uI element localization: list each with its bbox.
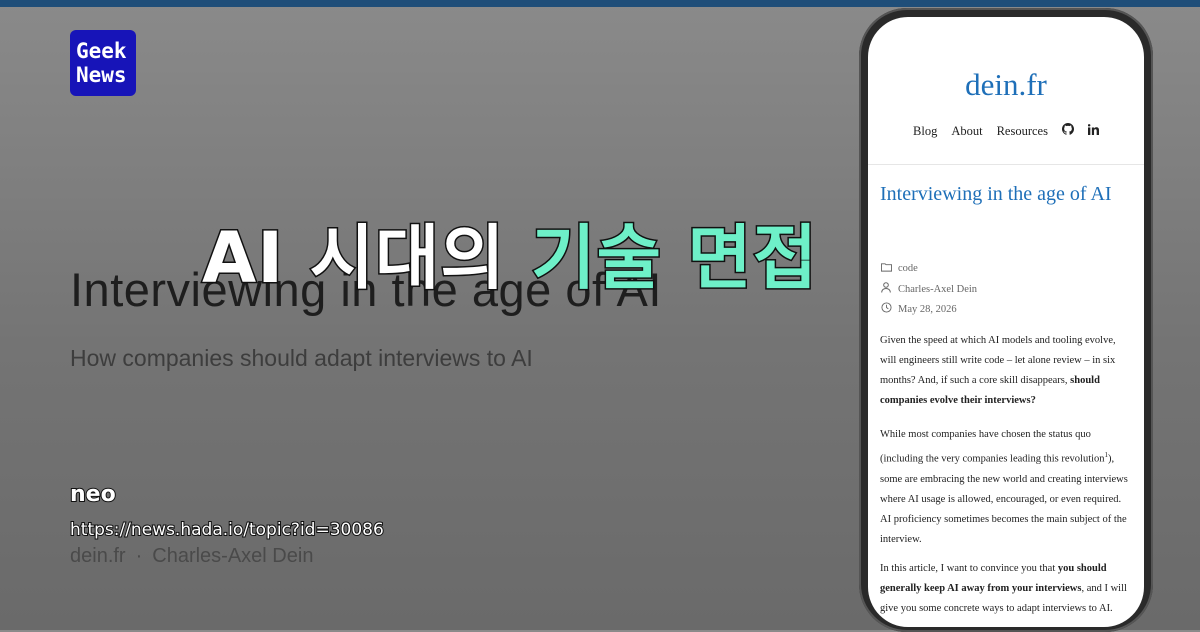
paragraph-1: Given the speed at which AI models and t… — [880, 331, 1134, 411]
author-label: Charles-Axel Dein — [898, 283, 978, 295]
korean-title: AI 시대의 기술 면접 — [200, 202, 819, 303]
blog-brand[interactable]: dein.fr — [868, 67, 1144, 103]
user-icon — [880, 282, 892, 296]
geeknews-logo[interactable]: Geek News — [70, 30, 136, 96]
phone-mockup: dein.fr Blog About Resources Interviewin… — [859, 8, 1153, 632]
clock-icon — [880, 302, 892, 316]
folder-icon — [880, 262, 892, 275]
site-author: Charles-Axel Dein — [152, 545, 314, 567]
github-icon[interactable] — [1061, 123, 1074, 139]
post-author: Charles-Axel Dein — [880, 282, 977, 296]
p2-text: While most companies have chosen the sta… — [880, 429, 1105, 465]
site-credit: dein.fr · Charles-Axel Dein — [70, 545, 313, 568]
phone-screen: dein.fr Blog About Resources Interviewin… — [868, 17, 1144, 627]
nav-divider — [868, 164, 1144, 165]
post-title[interactable]: Interviewing in the age of AI — [880, 180, 1132, 208]
korean-title-highlight: 기술 면접 — [530, 216, 819, 301]
author-name: neo — [69, 481, 117, 508]
top-accent-bar — [0, 0, 1200, 7]
nav-item-resources[interactable]: Resources — [997, 124, 1048, 139]
p3-text: In this article, I want to convince you … — [880, 563, 1058, 574]
separator-dot: · — [135, 545, 143, 567]
paragraph-2: While most companies have chosen the sta… — [880, 425, 1134, 550]
date-label: May 28, 2026 — [898, 303, 957, 315]
topic-url[interactable]: https://news.hada.io/topic?id=30086 — [69, 519, 385, 541]
background-subtitle: How companies should adapt interviews to… — [70, 345, 533, 371]
post-category: code — [880, 262, 918, 275]
blog-nav: Blog About Resources — [868, 123, 1144, 139]
paragraph-3: In this article, I want to convince you … — [880, 559, 1134, 619]
logo-line1: Geek — [76, 39, 127, 63]
nav-item-blog[interactable]: Blog — [913, 124, 937, 139]
post-date: May 28, 2026 — [880, 302, 957, 316]
site-name: dein.fr — [70, 545, 126, 567]
korean-title-part1: AI 시대의 — [200, 216, 532, 301]
linkedin-icon[interactable] — [1087, 123, 1099, 139]
nav-item-about[interactable]: About — [951, 124, 982, 139]
category-label[interactable]: code — [898, 263, 918, 274]
logo-line2: News — [76, 63, 127, 87]
p2-text-cont: ), some are embracing the new world and … — [880, 453, 1128, 545]
